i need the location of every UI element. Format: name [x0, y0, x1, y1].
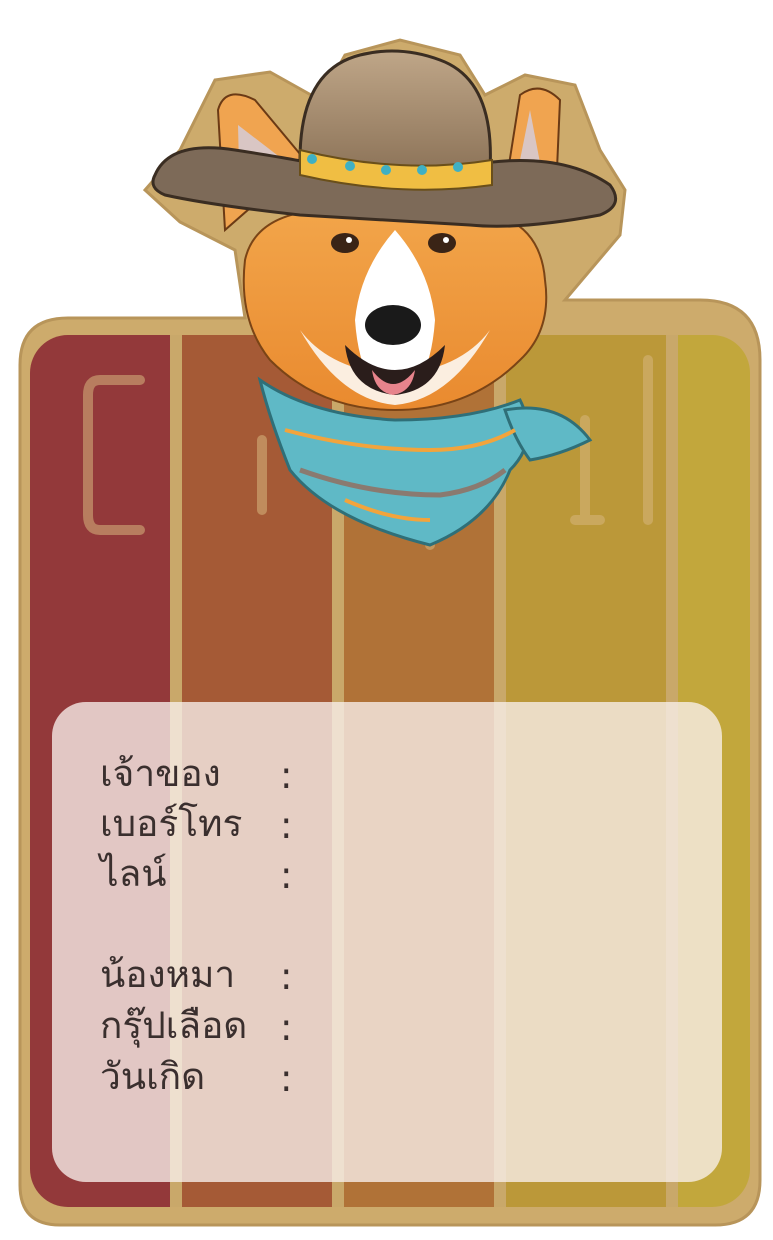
blood-group-label: กรุ๊ปเลือด	[100, 1004, 248, 1047]
pet-tag-card: เจ้าของ : เบอร์โทร : ไลน์ : น้องหมา : กร…	[0, 0, 773, 1240]
owner-label: เจ้าของ	[100, 752, 221, 795]
line-colon: :	[280, 854, 293, 897]
blood-group-colon: :	[280, 1006, 293, 1049]
birthday-label: วันเกิด	[100, 1055, 206, 1098]
pet-name-label: น้องหมา	[100, 953, 236, 996]
birthday-colon: :	[280, 1057, 293, 1100]
line-label: ไลน์	[100, 852, 167, 895]
phone-colon: :	[280, 804, 293, 847]
phone-label: เบอร์โทร	[100, 802, 243, 845]
pet-name-colon: :	[280, 955, 293, 998]
owner-colon: :	[280, 754, 293, 797]
